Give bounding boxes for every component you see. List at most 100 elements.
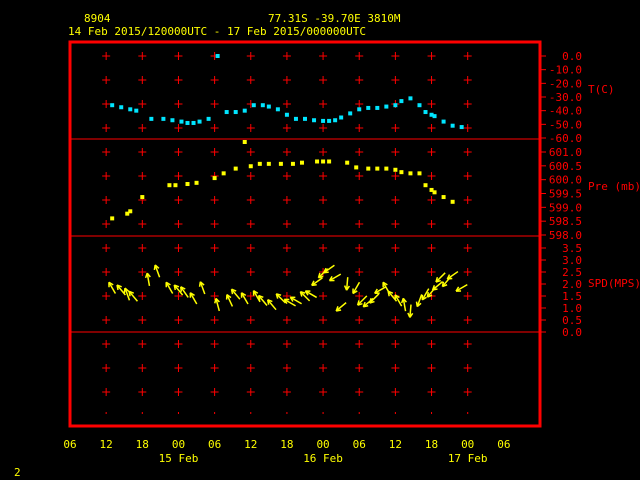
x-tick-label: 12 [389,438,402,451]
pressure-point [110,216,115,221]
temperature-point [134,108,139,113]
date-label: 17 Feb [448,452,488,465]
pressure-point [327,159,332,164]
date-label: 15 Feb [159,452,199,465]
x-tick-label: 18 [280,438,293,451]
footer-mark: 2 [14,466,21,479]
temperature-point [284,112,289,117]
pressure-point [173,183,178,188]
y-tick-label: -60.0 [549,132,582,145]
pressure-point [423,183,428,188]
y-tick-label: -40.0 [549,105,582,118]
temperature-point [450,123,455,128]
temperature-point [348,111,353,116]
temperature-point [399,99,404,104]
x-tick-label: 18 [136,438,149,451]
x-tick-label: 12 [244,438,257,451]
pressure-point [299,160,304,165]
pressure-point [432,190,437,195]
temperature-point [321,118,326,123]
panel-label: Pre (mb) [588,180,640,193]
temperature-point [110,103,115,108]
x-tick-label: 00 [461,438,474,451]
pressure-point [257,161,262,166]
pressure-point [233,166,238,171]
y-tick-label: -30.0 [549,91,582,104]
y-tick-label: -10.0 [549,64,582,77]
pressure-point [417,171,422,176]
pressure-point [221,171,226,176]
y-tick-label: -50.0 [549,118,582,131]
y-tick-label: -20.0 [549,77,582,90]
temperature-point [293,116,298,121]
y-tick-label: 598.5 [549,215,582,228]
temperature-point [423,110,428,115]
pressure-point [393,167,398,172]
pressure-point [248,164,253,169]
x-tick-label: 06 [353,438,366,451]
pressure-point [212,176,217,181]
temperature-point [206,116,211,121]
wind-arrow-head [441,281,445,287]
x-tick-label: 12 [100,438,113,451]
pressure-point [321,159,326,164]
y-tick-label: 0.0 [562,50,582,63]
temperature-point [312,118,317,123]
temperature-point [327,118,332,123]
pressure-point [354,165,359,170]
y-tick-label: 599.0 [549,201,582,214]
x-tick-label: 00 [316,438,329,451]
pressure-point [345,160,350,165]
x-tick-label: 06 [208,438,221,451]
temperature-point [408,96,413,101]
station-location: 77.31S -39.70E 3810M [268,12,401,25]
temperature-point [384,104,389,109]
pressure-point [128,209,133,214]
y-tick-label: 599.5 [549,188,582,201]
pressure-point [242,140,247,144]
pressure-point [450,199,455,204]
temperature-point [275,107,280,112]
x-tick-label: 06 [63,438,76,451]
pressure-point [375,166,380,171]
temperature-point [179,119,184,124]
y-tick-label: 601.0 [549,146,582,159]
date-label: 16 Feb [303,452,343,465]
temperature-point [251,103,256,108]
temperature-point [170,118,175,123]
temperature-point [339,115,344,120]
temperature-point [357,107,362,112]
temperature-point [119,105,124,110]
temperature-point [224,110,229,115]
panel-label: T(C) [588,83,615,96]
time-period: 14 Feb 2015/120000UTC - 17 Feb 2015/0000… [68,25,366,38]
wind-arrow-head [415,301,419,307]
pressure-point [408,171,413,176]
x-tick-label: 18 [425,438,438,451]
temperature-point [233,110,238,115]
pressure-point [266,161,271,166]
meteogram-chart: 8904 77.31S -39.70E 3810M 14 Feb 2015/12… [14,12,640,479]
pressure-point [194,180,199,185]
temperature-point [197,119,202,124]
temperature-point [128,107,133,112]
temperature-point [417,103,422,108]
pressure-point [278,161,283,166]
temperature-point [242,108,247,113]
x-tick-label: 00 [172,438,185,451]
pressure-point [384,166,389,171]
temperature-point [149,116,154,121]
temperature-point [366,105,371,110]
y-tick-label: 600.5 [549,160,582,173]
pressure-point [140,195,145,200]
temperature-point [266,104,271,109]
temperature-point [432,114,437,119]
pressure-point [167,183,172,188]
plot-area: 06 12 18 00 06 12 18 00 06 12 18 00 06 15 Feb 16 Feb 17… [63,40,640,465]
station-id: 8904 [84,12,111,25]
temperature-point [375,105,380,110]
x-tick-label: 06 [497,438,510,451]
temperature-point [393,103,398,108]
pressure-point [366,166,371,171]
y-tick-label: 0.0 [562,326,582,339]
